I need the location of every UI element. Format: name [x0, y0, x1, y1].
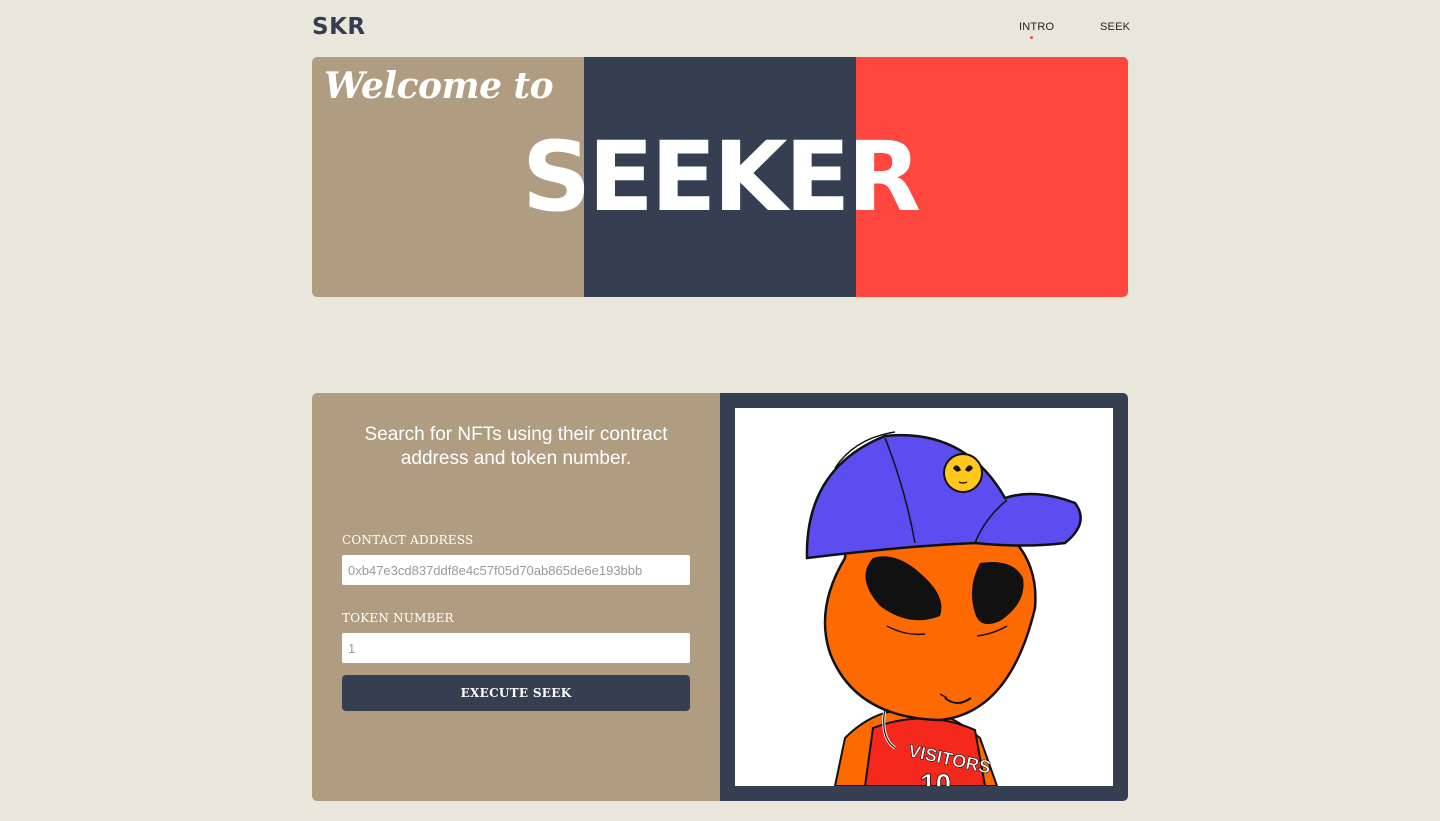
active-nav-indicator — [1030, 36, 1033, 39]
execute-seek-button[interactable]: EXECUTE SEEK — [342, 675, 690, 711]
nft-image: VISITORS 10 — [735, 408, 1113, 786]
hero-welcome-text: Welcome to — [324, 65, 554, 107]
site-logo[interactable]: SKR — [312, 14, 366, 40]
nft-preview-panel: VISITORS 10 — [720, 393, 1128, 801]
jersey-number: 10 — [920, 768, 951, 786]
token-number-input[interactable] — [342, 633, 690, 663]
token-number-label: TOKEN NUMBER — [342, 611, 454, 625]
hero-banner: Welcome to SEEKER — [312, 57, 1128, 297]
search-panel: Search for NFTs using their contract add… — [312, 393, 720, 801]
contract-address-label: CONTACT ADDRESS — [342, 533, 474, 547]
search-intro-text: Search for NFTs using their contract add… — [364, 424, 668, 469]
nav-intro-link[interactable]: INTRO — [1019, 21, 1054, 33]
contract-address-input[interactable] — [342, 555, 690, 585]
hero-title: SEEKER — [522, 121, 921, 233]
alien-nft-illustration: VISITORS 10 — [805, 431, 1082, 786]
nav-seek-link[interactable]: SEEK — [1100, 21, 1130, 33]
